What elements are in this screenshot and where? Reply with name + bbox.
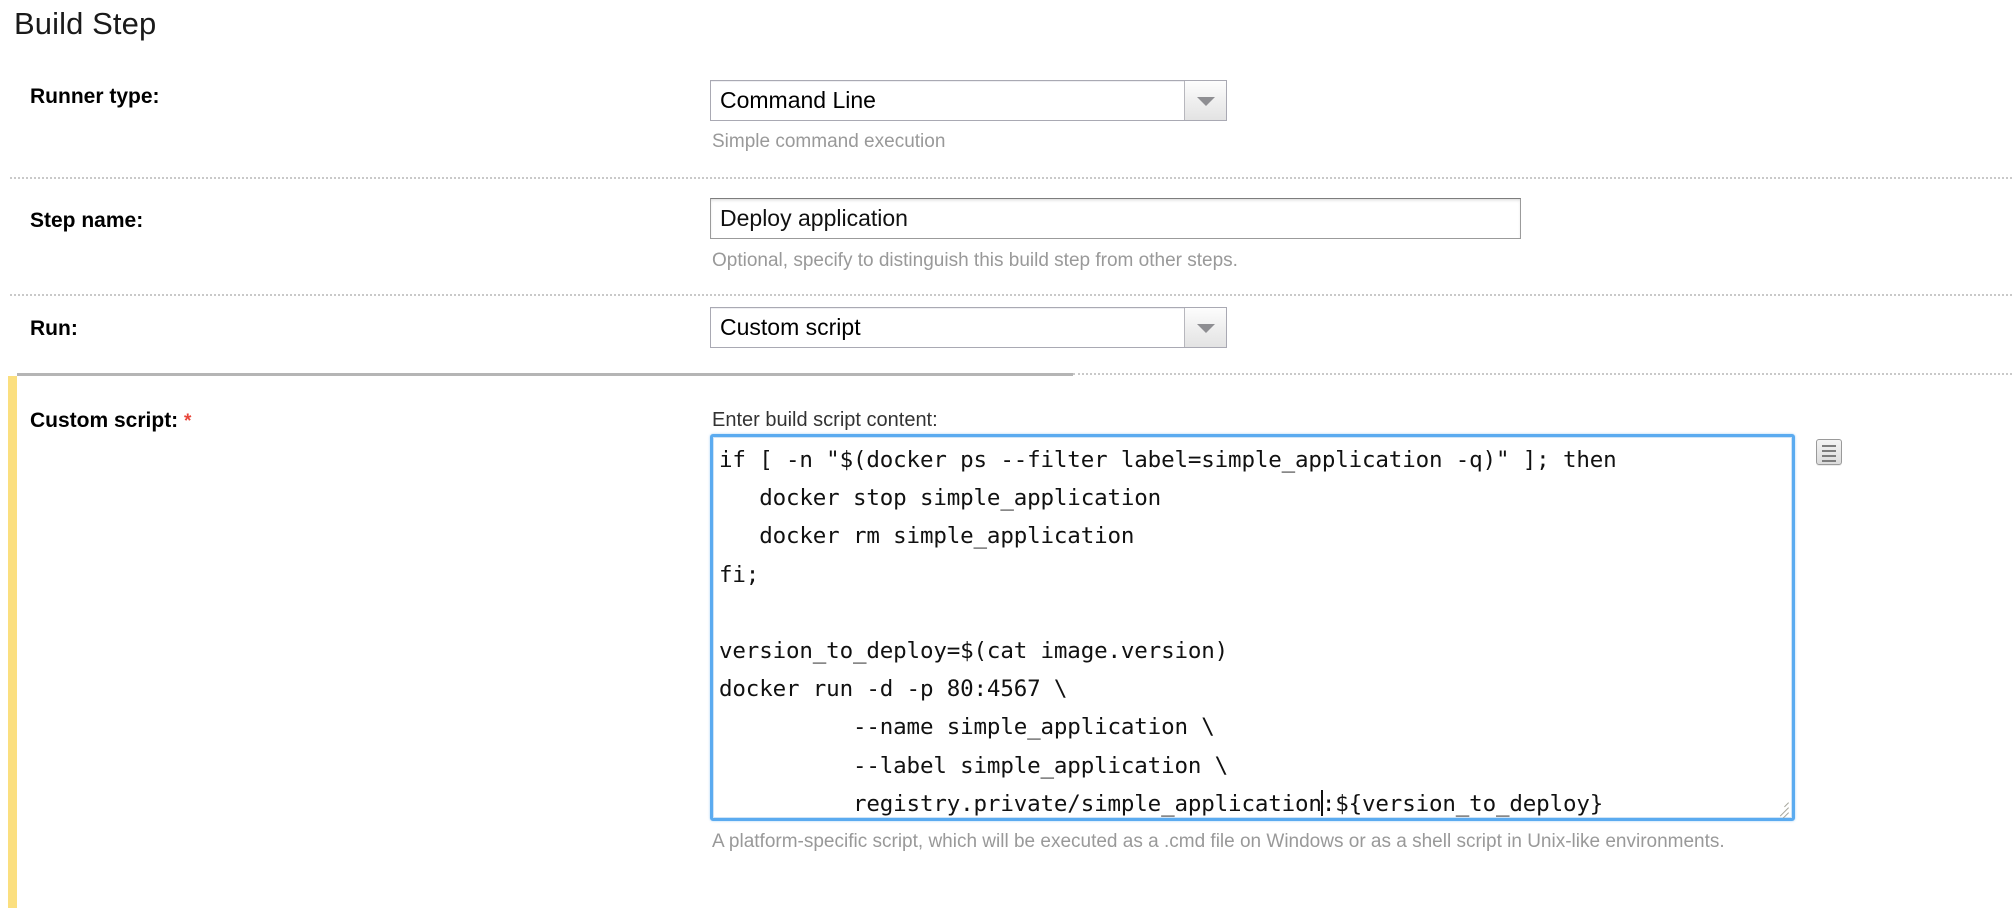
lines-panel-icon[interactable]: [1816, 439, 1842, 465]
step-name-input-value: Deploy application: [720, 205, 908, 231]
custom-script-content-after-caret: :${version_to_deploy}: [1321, 790, 1604, 817]
custom-script-hint: A platform-specific script, which will b…: [712, 831, 1725, 852]
custom-script-textarea[interactable]: if [ -n "$(docker ps --filter label=simp…: [710, 434, 1795, 821]
build-step-page: Build Step Runner type: Command Line Sim…: [0, 0, 2012, 922]
resize-grip-icon[interactable]: [1767, 794, 1789, 818]
run-select[interactable]: Custom script: [710, 307, 1227, 348]
step-name-label: Step name:: [30, 209, 144, 232]
custom-script-label-text: Custom script:: [30, 409, 179, 432]
runner-type-select[interactable]: Command Line: [710, 80, 1227, 121]
form-row-custom-script: Custom script: * Enter build script cont…: [0, 376, 2012, 922]
custom-script-content: if [ -n "$(docker ps --filter label=simp…: [719, 441, 1785, 817]
custom-script-textarea-inner[interactable]: if [ -n "$(docker ps --filter label=simp…: [713, 437, 1792, 818]
runner-type-label: Runner type:: [30, 85, 160, 108]
run-select-value: Custom script: [720, 314, 861, 340]
custom-script-field-label: Enter build script content:: [712, 409, 938, 431]
form-row-runner-type: Runner type: Command Line Simple command…: [0, 0, 2012, 178]
form-row-run: Run: Custom script: [0, 295, 2012, 373]
chevron-down-icon: [1196, 96, 1215, 106]
step-name-input[interactable]: Deploy application: [710, 198, 1521, 239]
step-name-hint: Optional, specify to distinguish this bu…: [712, 250, 1238, 271]
required-asterisk: *: [184, 411, 192, 432]
runner-type-select-value: Command Line: [720, 87, 876, 113]
run-label: Run:: [30, 317, 78, 340]
runner-type-hint: Simple command execution: [712, 131, 946, 152]
custom-script-label: Custom script: *: [30, 409, 191, 433]
runner-type-select-button[interactable]: [1184, 81, 1226, 120]
form-row-step-name: Step name: Deploy application Optional, …: [0, 178, 2012, 295]
row-separator-3-dotted: [1073, 373, 2012, 375]
custom-script-content-before-caret: if [ -n "$(docker ps --filter label=simp…: [719, 447, 1617, 817]
run-select-button[interactable]: [1184, 308, 1226, 347]
chevron-down-icon: [1196, 323, 1215, 333]
